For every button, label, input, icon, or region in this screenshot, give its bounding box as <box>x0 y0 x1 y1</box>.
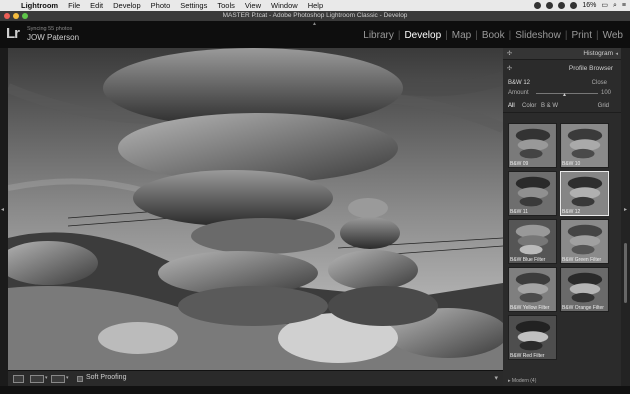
sync-status[interactable]: Syncing 55 photos <box>27 26 72 32</box>
status-icon[interactable] <box>534 2 542 9</box>
notification-icon[interactable]: ≡ <box>622 0 626 11</box>
module-picker: Library | Develop | Map | Book | Slideshow | … <box>360 30 626 41</box>
scrollbar-thumb[interactable] <box>624 243 627 303</box>
lightroom-logo: Lr <box>6 25 20 42</box>
toolbar-menu-icon[interactable]: ▾ <box>494 374 498 382</box>
menu-settings[interactable]: Settings <box>175 0 212 11</box>
right-panel-scrollbar[interactable] <box>621 48 630 386</box>
maximize-window-button[interactable] <box>22 13 28 19</box>
window-controls <box>4 13 28 19</box>
left-panel-toggle-icon[interactable]: ◂ <box>1 206 7 214</box>
filmstrip-collapsed <box>0 386 630 394</box>
profile-thumb[interactable]: B&W Orange Filter <box>560 267 609 312</box>
expand-histogram-icon[interactable]: ◂ <box>615 48 618 60</box>
identity-plate-name: JOW Paterson <box>27 33 80 42</box>
profile-thumb[interactable]: B&W 09 <box>508 123 557 168</box>
filter-color[interactable]: Color <box>522 99 536 113</box>
collapse-top-panel-icon[interactable]: ▲ <box>312 21 318 27</box>
profile-thumb[interactable]: B&W 10 <box>560 123 609 168</box>
profile-label: B&W Red Filter <box>510 353 545 359</box>
loupe-view-button[interactable] <box>13 375 24 383</box>
profile-label: B&W Blue Filter <box>510 257 546 263</box>
chevron-down-icon[interactable]: ▾ <box>45 375 48 381</box>
histogram-header[interactable]: ✣ Histogram ◂ <box>503 48 621 60</box>
filter-bw[interactable]: B & W <box>541 99 558 113</box>
profile-back-icon[interactable]: ✣ <box>507 60 512 78</box>
profile-thumb[interactable]: B&W Red Filter <box>508 315 557 360</box>
profile-thumb[interactable]: B&W 11 <box>508 171 557 216</box>
spotlight-icon[interactable]: ⌕ <box>613 0 617 11</box>
battery-percent: 16% <box>582 2 597 9</box>
menu-lightroom[interactable]: Lightroom <box>16 0 63 11</box>
module-print[interactable]: Print <box>568 30 595 41</box>
profile-label: B&W Orange Filter <box>562 305 604 311</box>
status-tray: 16% ▭ ⌕ ≡ <box>534 0 626 11</box>
menu-develop[interactable]: Develop <box>108 0 146 11</box>
wifi-icon[interactable] <box>570 2 578 9</box>
amount-row: Amount ▲ 100 <box>503 88 621 99</box>
mac-menubar: Lightroom File Edit Develop Photo Settin… <box>0 0 630 11</box>
soft-proofing-label: Soft Proofing <box>86 374 127 381</box>
amount-slider[interactable] <box>536 93 598 94</box>
amount-value[interactable]: 100 <box>601 88 611 99</box>
photo-image <box>8 48 503 370</box>
profile-label: B&W 12 <box>562 209 581 215</box>
before-after-button[interactable] <box>30 375 44 383</box>
menu-window[interactable]: Window <box>266 0 303 11</box>
profile-label: B&W Yellow Filter <box>510 305 550 311</box>
profile-browser-label: Profile Browser <box>568 65 613 72</box>
soft-proofing-checkbox[interactable] <box>77 376 83 382</box>
battery-icon[interactable]: ▭ <box>601 0 608 11</box>
chevron-down-icon[interactable]: ▾ <box>66 375 69 381</box>
window-title: MASTER P.tcat - Adobe Photoshop Lightroo… <box>222 12 408 19</box>
module-book[interactable]: Book <box>479 30 508 41</box>
profile-thumb[interactable]: B&W Green Filter <box>560 219 609 264</box>
profile-thumb[interactable]: B&W Yellow Filter <box>508 267 557 312</box>
current-profile-name: B&W 12 <box>508 80 531 86</box>
current-profile-row: B&W 12 Close <box>503 78 621 88</box>
module-develop[interactable]: Develop <box>401 30 444 41</box>
filter-all[interactable]: All <box>508 99 515 113</box>
profile-filter-row: All Color B & W Grid <box>503 99 621 113</box>
module-slideshow[interactable]: Slideshow <box>512 30 564 41</box>
menu-photo[interactable]: Photo <box>146 0 176 11</box>
menu-tools[interactable]: Tools <box>212 0 240 11</box>
profile-thumb[interactable]: B&W Blue Filter <box>508 219 557 264</box>
close-window-button[interactable] <box>4 13 10 19</box>
menu-edit[interactable]: Edit <box>85 0 108 11</box>
profile-label: B&W Green Filter <box>562 257 602 263</box>
profile-label: B&W 10 <box>562 161 581 167</box>
minimize-window-button[interactable] <box>13 13 19 19</box>
profile-group-label: Modern (4) <box>511 378 537 384</box>
profile-label: B&W 11 <box>510 209 528 215</box>
profile-thumb-selected[interactable]: B&W 12 <box>560 171 609 216</box>
right-panel-toggle-icon[interactable]: ▸ <box>624 206 630 214</box>
before-after-swap-button[interactable] <box>51 375 65 383</box>
develop-toolbar: ▾ ▾ Soft Proofing ▾ <box>8 370 503 386</box>
profile-label: B&W 09 <box>510 161 529 167</box>
status-icon[interactable] <box>546 2 554 9</box>
amount-label: Amount <box>508 90 529 96</box>
close-profile-browser-button[interactable]: Close <box>592 78 607 88</box>
module-map[interactable]: Map <box>449 30 474 41</box>
window-titlebar: MASTER P.tcat - Adobe Photoshop Lightroo… <box>0 11 630 21</box>
status-icon[interactable] <box>558 2 566 9</box>
module-library[interactable]: Library <box>360 30 397 41</box>
menu-help[interactable]: Help <box>303 0 328 11</box>
profile-group-modern[interactable]: ▸ Modern (4) <box>508 378 536 384</box>
right-panel: ✣ Histogram ◂ ✣ Profile Browser B&W 12 C… <box>503 48 621 386</box>
module-web[interactable]: Web <box>600 30 626 41</box>
view-mode-dropdown[interactable]: Grid <box>598 99 609 113</box>
histogram-label: Histogram <box>583 50 613 57</box>
menu-file[interactable]: File <box>63 0 85 11</box>
profile-browser-header: ✣ Profile Browser <box>503 60 621 78</box>
menu-view[interactable]: View <box>240 0 266 11</box>
photo-canvas[interactable] <box>8 48 503 370</box>
histogram-options-icon[interactable]: ✣ <box>507 48 512 60</box>
